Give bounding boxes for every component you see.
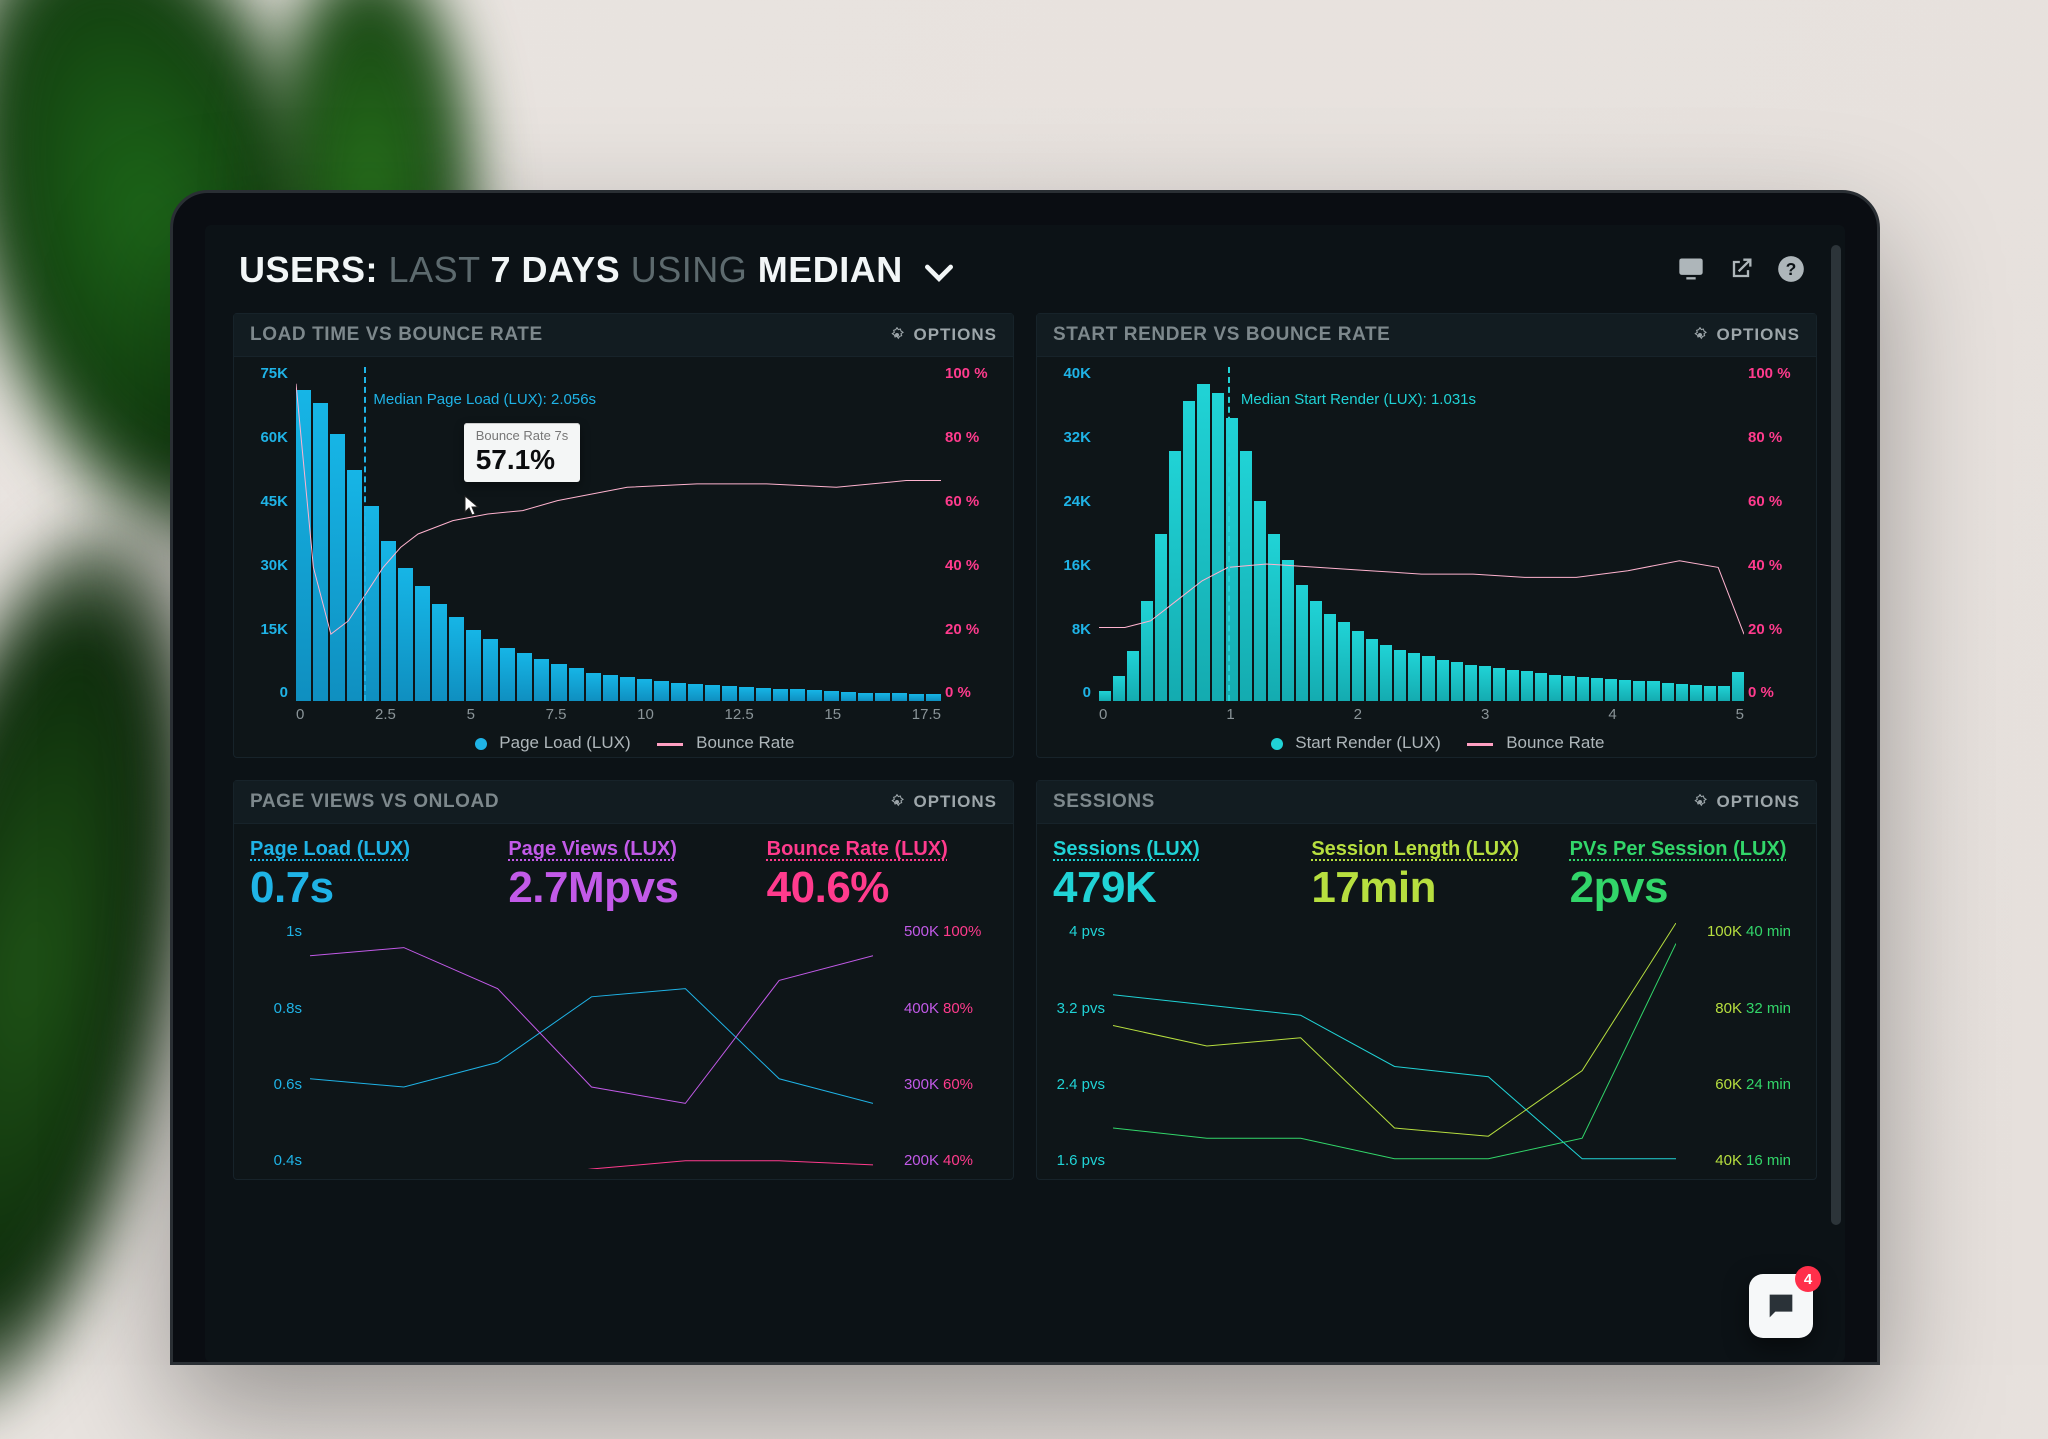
tooltip-key: Bounce Rate 7s <box>476 429 569 443</box>
x-axis: 012345 <box>1099 706 1744 723</box>
chart-pageviews-onload: 1s0.8s0.6s0.4s 500K400K300K200K 100%80%6… <box>246 919 1001 1179</box>
y-axis-right: 100 %80 %60 %40 %20 %0 % <box>1748 365 1808 701</box>
legend-swatch <box>657 743 683 746</box>
title-seg: LAST <box>389 249 480 290</box>
options-label: OPTIONS <box>1716 792 1800 812</box>
laptop-frame: USERS: LAST 7 DAYS USING MEDIAN ? LOAD T… <box>170 190 1880 1365</box>
legend-swatch <box>1271 738 1283 750</box>
y-axis-left: 75K60K45K30K15K0 <box>242 365 288 701</box>
y-axis-right: 100 %80 %60 %40 %20 %0 % <box>945 365 1005 701</box>
options-label: OPTIONS <box>1716 325 1800 345</box>
svg-text:?: ? <box>1786 259 1797 279</box>
plot-area <box>310 923 873 1169</box>
options-label: OPTIONS <box>913 325 997 345</box>
help-icon[interactable]: ? <box>1777 255 1805 288</box>
plot-area <box>1113 923 1676 1169</box>
panel-title: SESSIONS <box>1053 791 1155 813</box>
plot-area: Median Start Render (LUX): 1.031s <box>1099 367 1744 701</box>
options-button[interactable]: OPTIONS <box>889 792 997 812</box>
metric-value: 2.7Mpvs <box>508 863 738 913</box>
panel-pageviews-vs-onload: PAGE VIEWS VS ONLOAD OPTIONS Page Load (… <box>233 780 1014 1180</box>
metric-value: 40.6% <box>767 863 997 913</box>
median-label: Median Page Load (LUX): 2.056s <box>373 391 596 408</box>
metric-label[interactable]: Sessions (LUX) <box>1053 838 1283 861</box>
metrics-row: Sessions (LUX) 479K Session Length (LUX)… <box>1037 824 1816 913</box>
chat-icon <box>1764 1289 1798 1323</box>
bounce-line <box>296 367 941 701</box>
metric-value: 0.7s <box>250 863 480 913</box>
chart-legend: Start Render (LUX) Bounce Rate <box>1037 733 1816 753</box>
panel-title: START RENDER VS BOUNCE RATE <box>1053 324 1390 346</box>
panel-sessions: SESSIONS OPTIONS Sessions (LUX) 479K Ses… <box>1036 780 1817 1180</box>
legend-bar-label: Start Render (LUX) <box>1295 733 1441 752</box>
chart-sessions: 4 pvs3.2 pvs2.4 pvs1.6 pvs 100K80K60K40K… <box>1049 919 1804 1179</box>
dashboard-screen: USERS: LAST 7 DAYS USING MEDIAN ? LOAD T… <box>205 225 1845 1362</box>
tooltip-value: 57.1% <box>476 444 569 476</box>
metric-label[interactable]: PVs Per Session (LUX) <box>1570 838 1800 861</box>
y-axis-right: 40 min32 min24 min16 min <box>1746 923 1804 1169</box>
share-icon[interactable] <box>1727 255 1755 288</box>
gear-icon <box>889 327 905 343</box>
metric-label[interactable]: Bounce Rate (LUX) <box>767 838 997 861</box>
legend-line-label: Bounce Rate <box>1506 733 1604 752</box>
header-actions: ? <box>1677 255 1805 288</box>
y-axis-left: 40K32K24K16K8K0 <box>1045 365 1091 701</box>
y-axis-mid: 500K400K300K200K <box>879 923 939 1169</box>
panel-load-vs-bounce: LOAD TIME VS BOUNCE RATE OPTIONS 75K60K4… <box>233 313 1014 758</box>
options-button[interactable]: OPTIONS <box>889 325 997 345</box>
legend-swatch <box>475 738 487 750</box>
options-button[interactable]: OPTIONS <box>1692 792 1800 812</box>
chart-startrender-vs-bounce: 40K32K24K16K8K0 100 %80 %60 %40 %20 %0 %… <box>1037 357 1816 757</box>
multi-line <box>1113 923 1676 1169</box>
plot-area: Median Page Load (LUX): 2.056s Bounce Ra… <box>296 367 941 701</box>
cursor-icon <box>464 495 480 517</box>
metric-value: 2pvs <box>1570 863 1800 913</box>
options-button[interactable]: OPTIONS <box>1692 325 1800 345</box>
gear-icon <box>1692 327 1708 343</box>
metrics-row: Page Load (LUX) 0.7s Page Views (LUX) 2.… <box>234 824 1013 913</box>
metric-value: 17min <box>1311 863 1541 913</box>
metric-label[interactable]: Session Length (LUX) <box>1311 838 1541 861</box>
metric-label[interactable]: Page Load (LUX) <box>250 838 480 861</box>
chat-badge: 4 <box>1795 1266 1821 1292</box>
panel-startrender-vs-bounce: START RENDER VS BOUNCE RATE OPTIONS 40K3… <box>1036 313 1817 758</box>
x-axis: 02.557.51012.51517.5 <box>296 706 941 723</box>
y-axis-left: 1s0.8s0.6s0.4s <box>246 923 302 1169</box>
y-axis-mid: 100K80K60K40K <box>1682 923 1742 1169</box>
legend-bar-label: Page Load (LUX) <box>499 733 630 752</box>
metric-label[interactable]: Page Views (LUX) <box>508 838 738 861</box>
title-range: 7 DAYS <box>490 249 620 290</box>
median-line <box>364 367 366 701</box>
chevron-down-icon[interactable] <box>925 251 953 293</box>
y-axis-left: 4 pvs3.2 pvs2.4 pvs1.6 pvs <box>1049 923 1105 1169</box>
panel-title: PAGE VIEWS VS ONLOAD <box>250 791 499 813</box>
median-line <box>1228 367 1230 701</box>
metric-value: 479K <box>1053 863 1283 913</box>
chart-load-vs-bounce: 75K60K45K30K15K0 100 %80 %60 %40 %20 %0 … <box>234 357 1013 757</box>
median-label: Median Start Render (LUX): 1.031s <box>1241 391 1476 408</box>
title-seg: USING <box>631 249 748 290</box>
dashboard-header: USERS: LAST 7 DAYS USING MEDIAN ? <box>205 225 1845 305</box>
chart-tooltip: Bounce Rate 7s 57.1% <box>464 423 581 481</box>
y-axis-right: 100%80%60%40% <box>943 923 1001 1169</box>
panel-title: LOAD TIME VS BOUNCE RATE <box>250 324 543 346</box>
multi-line <box>310 923 873 1169</box>
scrollbar[interactable] <box>1831 245 1841 1225</box>
panels-grid: LOAD TIME VS BOUNCE RATE OPTIONS 75K60K4… <box>205 305 1845 1180</box>
bounce-line <box>1099 367 1744 701</box>
title-aggregate: MEDIAN <box>758 249 903 290</box>
title-prefix: USERS: <box>239 249 378 290</box>
chat-widget[interactable]: 4 <box>1749 1274 1813 1338</box>
chart-legend: Page Load (LUX) Bounce Rate <box>234 733 1013 753</box>
gear-icon <box>889 794 905 810</box>
monitor-icon[interactable] <box>1677 255 1705 288</box>
legend-line-label: Bounce Rate <box>696 733 794 752</box>
legend-swatch <box>1467 743 1493 746</box>
options-label: OPTIONS <box>913 792 997 812</box>
gear-icon <box>1692 794 1708 810</box>
filter-title[interactable]: USERS: LAST 7 DAYS USING MEDIAN <box>239 249 953 293</box>
